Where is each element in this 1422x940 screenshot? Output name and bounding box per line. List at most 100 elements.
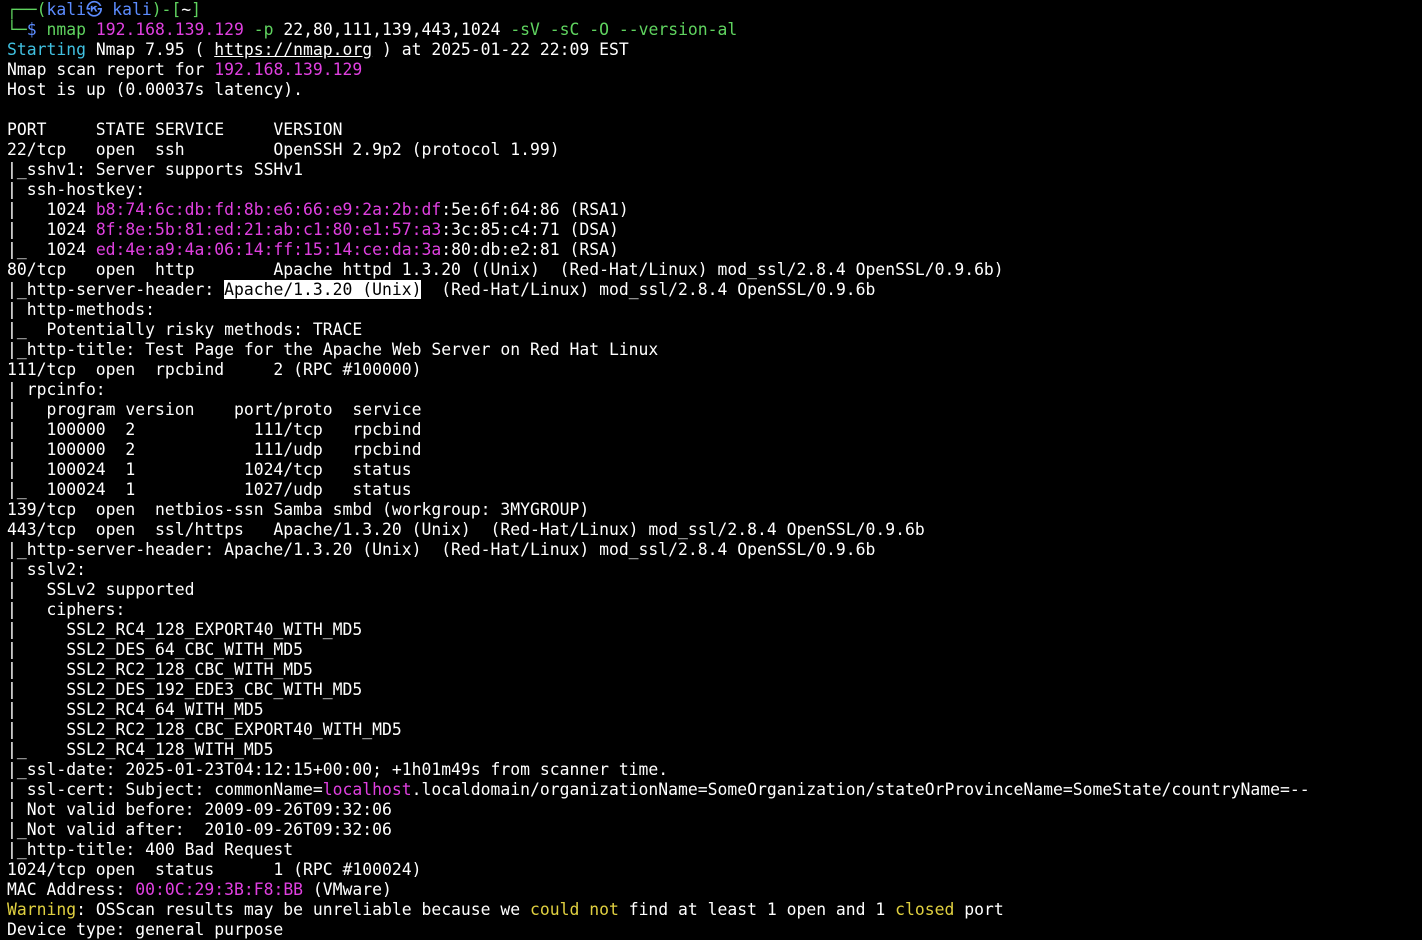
- terminal-text: |_http-server-header: Apache/1.3.20 (Uni…: [7, 540, 876, 559]
- terminal-text: : OSScan results may be unreliable becau…: [76, 900, 531, 919]
- url-link[interactable]: https://nmap.org: [214, 40, 372, 59]
- terminal-text: | ssh-hostkey:: [7, 180, 156, 199]
- terminal-text: | SSL2_RC4_128_EXPORT40_WITH_MD5: [7, 620, 363, 639]
- terminal-output[interactable]: ┌──(kali㉿ kali)-[~] └─$ nmap 192.168.139.…: [0, 0, 1422, 940]
- terminal-line: | 100000 2 111/tcp rpcbind: [7, 420, 1422, 440]
- terminal-text: | 1024: [7, 200, 96, 219]
- terminal-line: | http-methods:: [7, 300, 1422, 320]
- terminal-text: |_http-title: 400 Bad Request: [7, 840, 294, 859]
- terminal-text: | ssl-cert: Subject: commonName=: [7, 780, 323, 799]
- terminal-text: |_ 1024: [7, 240, 96, 259]
- terminal-line: |_http-title: 400 Bad Request: [7, 840, 1422, 860]
- terminal-line: | SSL2_DES_192_EDE3_CBC_WITH_MD5: [7, 680, 1422, 700]
- terminal-line: | SSLv2 supported: [7, 580, 1422, 600]
- terminal-text: 22,80,111,139,443,1024: [283, 20, 511, 39]
- terminal-line: Host is up (0.00037s latency).: [7, 80, 1422, 100]
- terminal-text: |_http-title: Test Page for the Apache W…: [7, 340, 659, 359]
- terminal-text: | program version port/proto service: [7, 400, 422, 419]
- terminal-text: $: [26, 20, 47, 39]
- terminal-line: 139/tcp open netbios-ssn Samba smbd (wor…: [7, 500, 1422, 520]
- terminal-line: | SSL2_RC2_128_CBC_EXPORT40_WITH_MD5: [7, 720, 1422, 740]
- terminal-text: | 1024: [7, 220, 96, 239]
- terminal-text: |_ssl-date: 2025-01-23T04:12:15+00:00; +…: [7, 760, 669, 779]
- terminal-line: |_http-server-header: Apache/1.3.20 (Uni…: [7, 540, 1422, 560]
- terminal-line: | SSL2_RC4_64_WITH_MD5: [7, 700, 1422, 720]
- terminal-text: b8:74:6c:db:fd:8b:e6:66:e9:2a:2b:df: [95, 200, 442, 219]
- terminal-text: 22/tcp open ssh OpenSSH 2.9p2 (protocol …: [7, 140, 560, 159]
- terminal-line: |_ Potentially risky methods: TRACE: [7, 320, 1422, 340]
- terminal-text: | SSLv2 supported: [7, 580, 195, 599]
- terminal-line: Starting Nmap 7.95 ( https://nmap.org ) …: [7, 40, 1422, 60]
- terminal-line: 80/tcp open http Apache httpd 1.3.20 ((U…: [7, 260, 1422, 280]
- terminal-line: | SSL2_RC4_128_EXPORT40_WITH_MD5: [7, 620, 1422, 640]
- terminal-line: |_ 100024 1 1027/udp status: [7, 480, 1422, 500]
- terminal-line: 22/tcp open ssh OpenSSH 2.9p2 (protocol …: [7, 140, 1422, 160]
- terminal-text: 139/tcp open netbios-ssn Samba smbd (wor…: [7, 500, 590, 519]
- terminal-text: Nmap scan report for: [7, 60, 215, 79]
- terminal-text: -sV -sC -O --version-al: [510, 20, 738, 39]
- terminal-text: | SSL2_RC2_128_CBC_WITH_MD5: [7, 660, 313, 679]
- terminal-line: 111/tcp open rpcbind 2 (RPC #100000): [7, 360, 1422, 380]
- terminal-text: find at least 1 open and 1: [618, 900, 896, 919]
- terminal-text: Host is up (0.00037s latency).: [7, 80, 304, 99]
- terminal-text: 1024/tcp open status 1 (RPC #100024): [7, 860, 422, 879]
- terminal-line: | Not valid before: 2009-09-26T09:32:06: [7, 800, 1422, 820]
- terminal-text: Warning: [7, 900, 77, 919]
- terminal-text: closed: [895, 900, 955, 919]
- terminal-line: PORT STATE SERVICE VERSION: [7, 120, 1422, 140]
- terminal-line: | 1024 8f:8e:5b:81:ed:21:ab:c1:80:e1:57:…: [7, 220, 1422, 240]
- terminal-line: | sslv2:: [7, 560, 1422, 580]
- terminal-text: (VMware): [303, 880, 392, 899]
- terminal-line: └─$ nmap 192.168.139.129 -p 22,80,111,13…: [7, 20, 1422, 40]
- terminal-text: port: [954, 900, 1004, 919]
- terminal-line: ┌──(kali㉿ kali)-[~]: [7, 0, 1422, 20]
- terminal-text: 80/tcp open http Apache httpd 1.3.20 ((U…: [7, 260, 1004, 279]
- terminal-text: ~: [181, 0, 192, 19]
- terminal-text: |_Not valid after: 2010-09-26T09:32:06: [7, 820, 392, 839]
- terminal-line: | ssl-cert: Subject: commonName=localhos…: [7, 780, 1422, 800]
- terminal-line: |_http-title: Test Page for the Apache W…: [7, 340, 1422, 360]
- terminal-text: | 100000 2 111/tcp rpcbind: [7, 420, 422, 439]
- terminal-text: | http-methods:: [7, 300, 165, 319]
- terminal-text: )-[: [151, 0, 182, 19]
- terminal-text: | Not valid before: 2009-09-26T09:32:06: [7, 800, 392, 819]
- terminal-text: | SSL2_DES_192_EDE3_CBC_WITH_MD5: [7, 680, 363, 699]
- terminal-line: | SSL2_RC2_128_CBC_WITH_MD5: [7, 660, 1422, 680]
- terminal-text: Nmap 7.95 (: [95, 40, 215, 59]
- terminal-text: | 100024 1 1024/tcp status: [7, 460, 412, 479]
- terminal-text: Device type: general purpose: [7, 920, 284, 939]
- terminal-line: |_Not valid after: 2010-09-26T09:32:06: [7, 820, 1422, 840]
- terminal-text: | SSL2_RC2_128_CBC_EXPORT40_WITH_MD5: [7, 720, 402, 739]
- terminal-text: |_ 100024 1 1027/udp status: [7, 480, 412, 499]
- terminal-text: could not: [530, 900, 619, 919]
- terminal-line: |_ 1024 ed:4e:a9:4a:06:14:ff:15:14:ce:da…: [7, 240, 1422, 260]
- terminal-text: 192.168.139.129: [95, 20, 254, 39]
- terminal-text: 111/tcp open rpcbind 2 (RPC #100000): [7, 360, 422, 379]
- terminal-line: | SSL2_DES_64_CBC_WITH_MD5: [7, 640, 1422, 660]
- terminal-line: | 100024 1 1024/tcp status: [7, 460, 1422, 480]
- terminal-text: | sslv2:: [7, 560, 96, 579]
- terminal-line: Nmap scan report for 192.168.139.129: [7, 60, 1422, 80]
- terminal-text: | SSL2_DES_64_CBC_WITH_MD5: [7, 640, 304, 659]
- terminal-text: .localdomain/organizationName=SomeOrgani…: [411, 780, 1310, 799]
- terminal-line: | 100000 2 111/udp rpcbind: [7, 440, 1422, 460]
- terminal-line: 443/tcp open ssl/https Apache/1.3.20 (Un…: [7, 520, 1422, 540]
- terminal-line: |_sshv1: Server supports SSHv1: [7, 160, 1422, 180]
- terminal-text: 8f:8e:5b:81:ed:21:ab:c1:80:e1:57:a3: [95, 220, 442, 239]
- terminal-text: kali㉿ kali: [46, 0, 152, 19]
- terminal-text: Starting: [7, 40, 96, 59]
- terminal-line: 1024/tcp open status 1 (RPC #100024): [7, 860, 1422, 880]
- terminal-text: ) at 2025-01-22 22:09 EST: [372, 40, 629, 59]
- terminal-text: :5e:6f:64:86 (RSA1): [441, 200, 629, 219]
- terminal-text: :3c:85:c4:71 (DSA): [441, 220, 619, 239]
- terminal-line: |_ssl-date: 2025-01-23T04:12:15+00:00; +…: [7, 760, 1422, 780]
- terminal-text: | SSL2_RC4_64_WITH_MD5: [7, 700, 264, 719]
- terminal-text: nmap: [46, 20, 96, 39]
- terminal-text: |_sshv1: Server supports SSHv1: [7, 160, 304, 179]
- terminal-text: 192.168.139.129: [214, 60, 363, 79]
- terminal-text: 443/tcp open ssl/https Apache/1.3.20 (Un…: [7, 520, 925, 539]
- terminal-text: PORT STATE SERVICE VERSION: [7, 120, 343, 139]
- terminal-text: (Red-Hat/Linux) mod_ssl/2.8.4 OpenSSL/0.…: [421, 280, 876, 299]
- terminal-line: | 1024 b8:74:6c:db:fd:8b:e6:66:e9:2a:2b:…: [7, 200, 1422, 220]
